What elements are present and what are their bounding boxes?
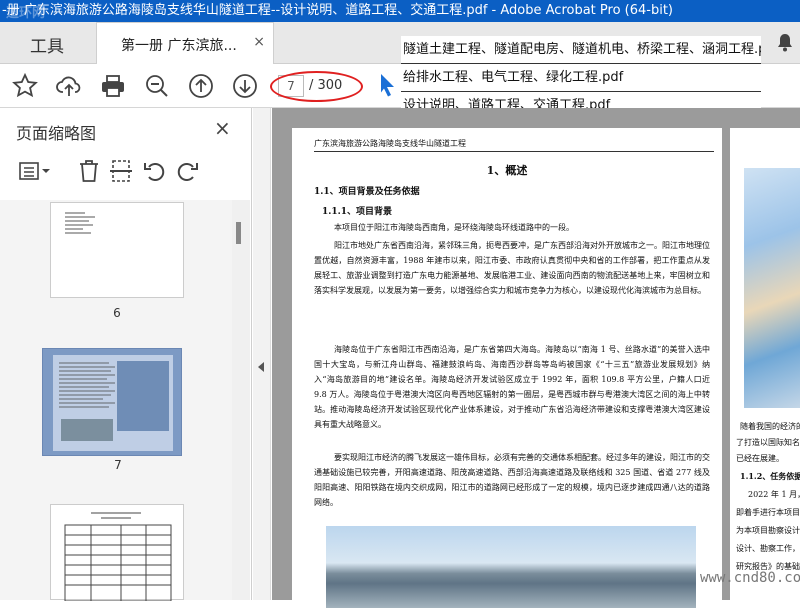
coastline-photo (326, 526, 696, 608)
extract-pages-icon[interactable] (108, 158, 134, 184)
page-thumbnail[interactable] (50, 202, 184, 298)
pane-splitter[interactable] (253, 108, 271, 600)
next-page-icon[interactable] (231, 72, 259, 100)
watermark-top-left: 道环网 (6, 6, 46, 21)
right-text-line: 1.1.2、任务依据 (740, 471, 800, 481)
scrollbar-thumb[interactable] (236, 222, 241, 244)
close-pane-icon[interactable]: × (214, 116, 231, 140)
page-thumbnail[interactable] (50, 504, 184, 602)
paragraph: 海陵岛位于广东省阳江市西南沿海，是广东省第四大海岛。海陵岛以“南海 1 号、丝路… (314, 345, 710, 429)
right-text-line: 了打造以国际知名的旅 (736, 438, 800, 447)
close-tab-icon[interactable]: × (253, 34, 265, 50)
document-page-right: 随着我国的经济的 了打造以国际知名的旅 已经在展建。 1.1.2、任务依据 20… (730, 128, 800, 608)
thumbnail-scrollbar[interactable] (232, 200, 250, 600)
tab-document[interactable]: 第一册 广东滨旅... × (96, 22, 274, 65)
delete-page-icon[interactable] (76, 158, 102, 184)
heading-1: 1.1、项目背景及任务依据 (314, 187, 420, 197)
thumbnail-page-label: 6 (113, 306, 121, 320)
page-thumbnail-selected[interactable] (42, 348, 182, 456)
right-text-line: 即着手进行本项目技术 (736, 508, 800, 517)
previous-page-icon[interactable] (187, 72, 215, 100)
paragraph: 要实现阳江市经济的腾飞发展这一雄伟目标，必须有完善的交通体系相配套。经过多年的建… (314, 453, 710, 507)
document-view[interactable]: 广东滨海旅游公路海陵岛支线华山隧道工程 1、概述 1.1、项目背景及任务依据 1… (272, 108, 800, 608)
select-cursor-icon[interactable] (378, 72, 398, 102)
file-list-item[interactable]: 给排水工程、电气工程、绿化工程.pdf (401, 64, 761, 92)
section-title: 1、概述 (486, 164, 528, 177)
right-text-line: 已经在展建。 (736, 454, 784, 463)
tab-tools[interactable]: 工具 (0, 22, 95, 64)
print-icon[interactable] (99, 72, 127, 100)
running-head: 广东滨海旅游公路海陵岛支线华山隧道工程 (314, 138, 714, 152)
paragraph: 阳江市地处广东省西南沿海，紧邻珠三角，扼粤西要冲，是广东西部沿海对外开放城市之一… (314, 241, 710, 295)
upload-cloud-icon[interactable] (55, 72, 83, 100)
thumbnails-pane-title: 页面缩略图 (16, 124, 97, 143)
watermark-bottom-right: www.cnd80.com (700, 570, 800, 586)
thumbnails-toolbar (0, 152, 252, 192)
window-title: -册 广东滨海旅游公路海陵岛支线华山隧道工程--设计说明、道路工程、交通工程.p… (2, 3, 673, 18)
right-text-line: 2022 年 1 月，阳 (748, 490, 800, 499)
tab-document-label: 第一册 广东滨旅... (121, 38, 237, 54)
rotate-clockwise-icon[interactable] (174, 158, 200, 184)
thumbnail-page-label: 7 (114, 458, 122, 472)
window-title-bar: -册 广东滨海旅游公路海陵岛支线华山隧道工程--设计说明、道路工程、交通工程.p… (0, 0, 800, 22)
paragraph: 本项目位于阳江市海陵岛西南角，是环绕海陵岛环线道路中的一段。 (334, 223, 574, 232)
notification-bell-icon[interactable] (774, 31, 796, 53)
zoom-out-icon[interactable] (143, 72, 171, 100)
right-text-line: 为本项目勘察设计的中 (736, 526, 800, 535)
file-list-item[interactable]: 隧道土建工程、隧道配电房、隧道机电、桥梁工程、涵洞工程.pdf (401, 36, 761, 64)
heading-2: 1.1.1、项目背景 (322, 207, 393, 217)
page-number-highlight-ellipse (270, 71, 363, 102)
bookmark-star-icon[interactable] (11, 72, 39, 100)
map-image (744, 168, 800, 408)
right-text-line: 随着我国的经济的 (740, 422, 800, 431)
document-page: 广东滨海旅游公路海陵岛支线华山隧道工程 1、概述 1.1、项目背景及任务依据 1… (292, 128, 722, 608)
collapse-pane-arrow-icon[interactable] (258, 362, 264, 372)
rotate-counterclockwise-icon[interactable] (142, 158, 168, 184)
right-text-line: 设计、勘察工作，本次 (736, 544, 800, 553)
thumbnail-options-icon[interactable] (18, 158, 52, 184)
